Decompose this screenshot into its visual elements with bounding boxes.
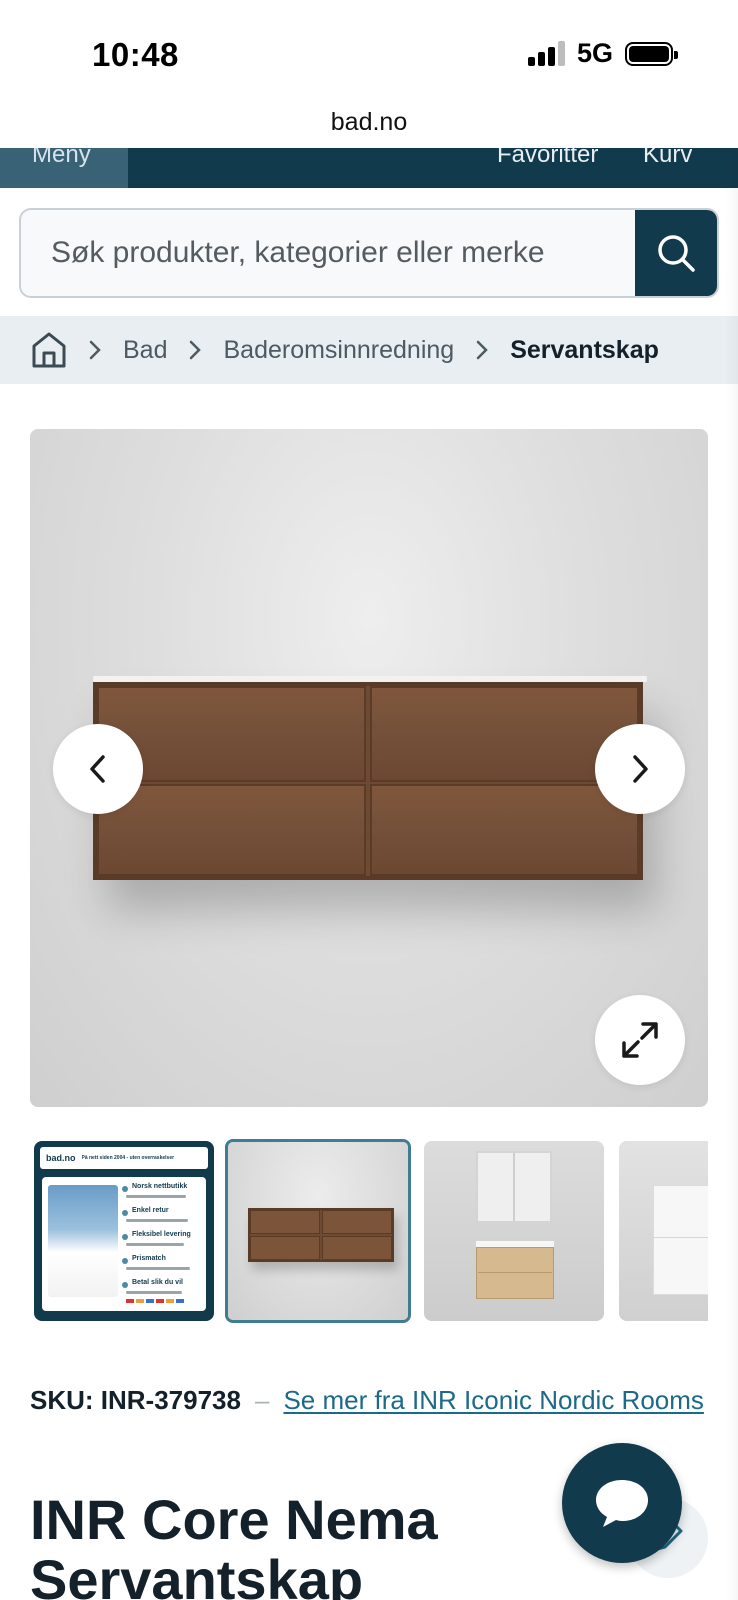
breadcrumb-item-baderomsinnredning[interactable]: Baderomsinnredning	[223, 336, 454, 365]
gallery-prev-button[interactable]	[53, 724, 143, 814]
scroll-edge	[724, 148, 738, 1600]
promo-bullet: Betal slik du vil	[132, 1279, 183, 1286]
search-bar	[19, 208, 719, 298]
breadcrumb-item-bad[interactable]: Bad	[123, 336, 167, 365]
breadcrumb-item-servantskap: Servantskap	[510, 335, 659, 364]
search-icon	[658, 235, 695, 272]
battery-icon	[625, 42, 678, 66]
product-title-line1: INR Core Nema	[30, 1488, 438, 1551]
chat-bubble-icon	[596, 1480, 648, 1527]
promo-bullet: Enkel retur	[132, 1207, 169, 1214]
thumbnail-promo[interactable]: bad.no På nett siden 2004 - uten overras…	[34, 1141, 214, 1321]
thumbnail-strip: bad.no På nett siden 2004 - uten overras…	[30, 1139, 708, 1325]
site-header: Meny Favoritter Kurv	[0, 148, 738, 188]
search-button[interactable]	[635, 210, 717, 296]
status-time: 10:48	[92, 36, 179, 73]
sku-row: SKU: INR-379738 – Se mer fra INR Iconic …	[30, 1385, 720, 1416]
cabinet-illustration	[93, 682, 643, 880]
home-icon[interactable]	[31, 331, 67, 369]
separator: –	[254, 1385, 270, 1415]
address-bar-url[interactable]: bad.no	[0, 108, 738, 137]
search-input[interactable]	[21, 210, 637, 296]
promo-bullet: Prismatch	[132, 1255, 166, 1262]
thumbnail-cabinet-light[interactable]	[424, 1141, 604, 1321]
chevron-right-icon	[476, 340, 488, 360]
menu-button[interactable]: Meny	[0, 148, 128, 188]
product-title-line2: Servantskap	[30, 1548, 364, 1600]
chevron-right-icon	[189, 340, 202, 360]
thumbnail-cabinet-white[interactable]	[619, 1141, 708, 1321]
sku-label: SKU: INR-379738	[30, 1385, 241, 1415]
gallery-next-button[interactable]	[595, 724, 685, 814]
chevron-right-icon	[633, 755, 648, 783]
thumbnail-tagline: På nett siden 2004 - uten overraskelser	[81, 1155, 175, 1161]
chevron-right-icon	[89, 340, 101, 360]
signal-icon	[528, 40, 566, 66]
person-photo	[48, 1185, 118, 1297]
network-label: 5G	[577, 38, 614, 68]
chat-button[interactable]	[562, 1443, 682, 1563]
status-bar: 10:48 5G	[0, 0, 738, 105]
product-title: INR Core Nema Servantskap	[30, 1490, 590, 1600]
product-image[interactable]	[30, 429, 708, 1107]
fullscreen-button[interactable]	[595, 995, 685, 1085]
thumbnail-cabinet-wood[interactable]	[225, 1139, 411, 1323]
thumbnail-brand: bad.no	[46, 1153, 76, 1163]
breadcrumb: Bad Baderomsinnredning Servantskap	[0, 316, 738, 384]
promo-bullet: Norsk nettbutikk	[132, 1183, 188, 1190]
chevron-left-icon	[90, 755, 105, 783]
expand-icon	[622, 1022, 658, 1058]
favorites-link[interactable]: Favoritter	[497, 148, 598, 188]
promo-bullet: Fleksibel levering	[132, 1231, 191, 1238]
brand-link[interactable]: Se mer fra INR Iconic Nordic Rooms	[283, 1385, 703, 1416]
cart-link[interactable]: Kurv	[643, 148, 692, 188]
